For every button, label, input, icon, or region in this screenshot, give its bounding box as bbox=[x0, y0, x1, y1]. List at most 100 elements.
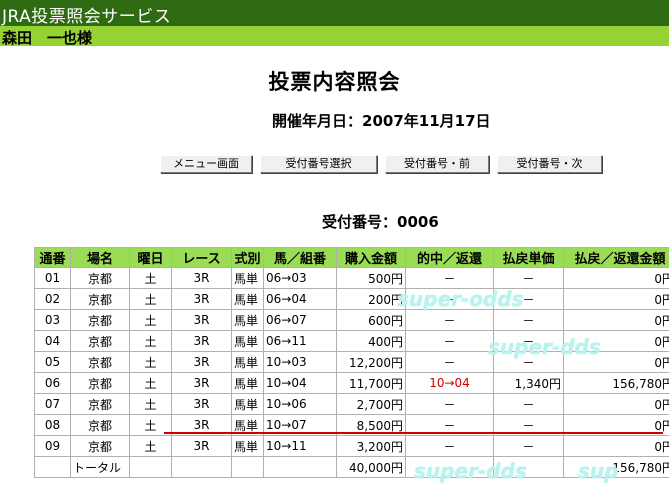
cell-combo: 06→03 bbox=[264, 268, 336, 288]
next-receipt-button[interactable]: 受付番号・次 bbox=[497, 155, 602, 173]
cell-unit: － bbox=[494, 331, 563, 351]
cell-amount: 3,200円 bbox=[337, 436, 405, 456]
cell-unit: － bbox=[494, 394, 563, 414]
table-row: 09 京都 土 3R 馬単 10→11 3,200円 － － 0円 bbox=[35, 436, 669, 456]
cell-no: 04 bbox=[35, 331, 70, 351]
race-date-label: 開催年月日： bbox=[272, 112, 363, 130]
cell-venue: 京都 bbox=[71, 331, 129, 351]
cell-empty bbox=[232, 457, 263, 477]
cell-payout: 0円 bbox=[564, 352, 669, 372]
cell-hit: － bbox=[406, 289, 493, 309]
user-bar: 森田 一也様 bbox=[0, 26, 669, 47]
cell-no: 08 bbox=[35, 415, 70, 435]
table-row: 03 京都 土 3R 馬単 06→07 600円 － － 0円 bbox=[35, 310, 669, 330]
cell-day: 土 bbox=[130, 310, 171, 330]
cell-race: 3R bbox=[172, 352, 231, 372]
cell-type: 馬単 bbox=[232, 352, 263, 372]
cell-amount: 500円 bbox=[337, 268, 405, 288]
total-payout: 156,780円 bbox=[564, 457, 669, 477]
cell-day: 土 bbox=[130, 373, 171, 393]
table-row: 07 京都 土 3R 馬単 10→06 2,700円 － － 0円 bbox=[35, 394, 669, 414]
cell-empty bbox=[406, 457, 493, 477]
race-date-value: 2007年11月17日 bbox=[362, 112, 491, 130]
page-title: 投票内容照会 bbox=[268, 70, 401, 94]
total-label: トータル bbox=[71, 457, 129, 477]
cell-combo: 10→03 bbox=[264, 352, 336, 372]
cell-combo: 10→06 bbox=[264, 394, 336, 414]
cell-day: 土 bbox=[130, 289, 171, 309]
winning-row-underline bbox=[164, 432, 663, 434]
cell-venue: 京都 bbox=[71, 310, 129, 330]
cell-type: 馬単 bbox=[232, 331, 263, 351]
cell-venue: 京都 bbox=[71, 289, 129, 309]
cell-amount: 400円 bbox=[337, 331, 405, 351]
service-title-bar: JRA投票照会サービス bbox=[0, 0, 669, 27]
receipt-number: 受付番号：0006 bbox=[322, 211, 439, 232]
cell-type: 馬単 bbox=[232, 373, 263, 393]
cell-race: 3R bbox=[172, 289, 231, 309]
cell-day: 土 bbox=[130, 394, 171, 414]
cell-venue: 京都 bbox=[71, 373, 129, 393]
cell-race: 3R bbox=[172, 331, 231, 351]
cell-type: 馬単 bbox=[232, 310, 263, 330]
cell-type: 馬単 bbox=[232, 289, 263, 309]
column-header: 曜日 bbox=[130, 248, 171, 267]
select-receipt-button[interactable]: 受付番号選択 bbox=[260, 155, 377, 173]
cell-race: 3R bbox=[172, 268, 231, 288]
cell-payout: 156,780円 bbox=[564, 373, 669, 393]
cell-venue: 京都 bbox=[71, 436, 129, 456]
cell-combo: 10→11 bbox=[264, 436, 336, 456]
cell-day: 土 bbox=[130, 352, 171, 372]
cell-no: 02 bbox=[35, 289, 70, 309]
cell-no: 03 bbox=[35, 310, 70, 330]
cell-no: 05 bbox=[35, 352, 70, 372]
cell-day: 土 bbox=[130, 268, 171, 288]
cell-combo: 10→04 bbox=[264, 373, 336, 393]
cell-hit: － bbox=[406, 331, 493, 351]
cell-venue: 京都 bbox=[71, 415, 129, 435]
cell-no: 07 bbox=[35, 394, 70, 414]
cell-amount: 2,700円 bbox=[337, 394, 405, 414]
cell-unit: 1,340円 bbox=[494, 373, 563, 393]
cell-empty bbox=[264, 457, 336, 477]
cell-no: 09 bbox=[35, 436, 70, 456]
cell-no: 01 bbox=[35, 268, 70, 288]
cell-no: 06 bbox=[35, 373, 70, 393]
cell-race: 3R bbox=[172, 436, 231, 456]
table-row: 04 京都 土 3R 馬単 06→11 400円 － － 0円 bbox=[35, 331, 669, 351]
column-header: 場名 bbox=[71, 248, 129, 267]
cell-type: 馬単 bbox=[232, 268, 263, 288]
cell-combo: 06→04 bbox=[264, 289, 336, 309]
cell-payout: 0円 bbox=[564, 310, 669, 330]
cell-unit: － bbox=[494, 352, 563, 372]
service-title: JRA投票照会サービス bbox=[2, 7, 172, 27]
column-header: 式別 bbox=[232, 248, 263, 267]
cell-hit: － bbox=[406, 436, 493, 456]
cell-unit: － bbox=[494, 289, 563, 309]
cell-payout: 0円 bbox=[564, 436, 669, 456]
cell-combo: 06→07 bbox=[264, 310, 336, 330]
cell-day: 土 bbox=[130, 331, 171, 351]
cell-amount: 600円 bbox=[337, 310, 405, 330]
cell-venue: 京都 bbox=[71, 268, 129, 288]
receipt-number-label: 受付番号： bbox=[322, 213, 398, 231]
column-header: 購入金額 bbox=[337, 248, 405, 267]
cell-empty bbox=[494, 457, 563, 477]
cell-unit: － bbox=[494, 310, 563, 330]
cell-amount: 12,200円 bbox=[337, 352, 405, 372]
cell-race: 3R bbox=[172, 394, 231, 414]
column-header: 馬／組番 bbox=[264, 248, 336, 267]
cell-hit: － bbox=[406, 268, 493, 288]
menu-screen-button[interactable]: メニュー画面 bbox=[160, 155, 252, 173]
cell-hit: － bbox=[406, 310, 493, 330]
previous-receipt-button[interactable]: 受付番号・前 bbox=[385, 155, 489, 173]
cell-empty bbox=[172, 457, 231, 477]
receipt-number-value: 0006 bbox=[397, 213, 439, 231]
race-date: 開催年月日：2007年11月17日 bbox=[272, 110, 491, 131]
cell-payout: 0円 bbox=[564, 289, 669, 309]
table-header-row: 通番 場名 曜日 レース 式別 馬／組番 購入金額 的中／返還 払戻単価 払戻／… bbox=[35, 248, 669, 267]
column-header: 的中／返還 bbox=[406, 248, 493, 267]
table-row: 01 京都 土 3R 馬単 06→03 500円 － － 0円 bbox=[35, 268, 669, 288]
cell-combo: 06→11 bbox=[264, 331, 336, 351]
column-header: レース bbox=[172, 248, 231, 267]
